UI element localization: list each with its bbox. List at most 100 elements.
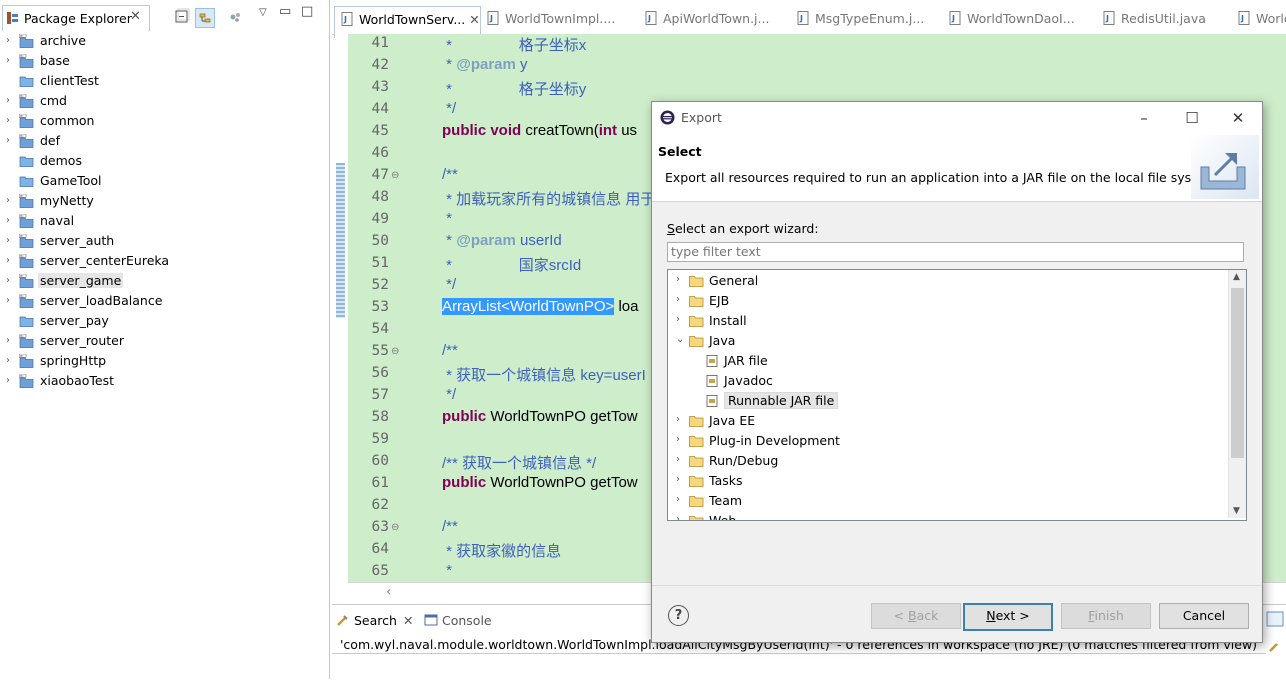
wizard-tree-item[interactable]: › EJB (668, 291, 1228, 311)
chevron-right-icon[interactable]: › (676, 474, 680, 485)
project-item[interactable]: › M J archive (0, 31, 329, 51)
close-icon[interactable]: ✕ (130, 9, 141, 24)
tab-console[interactable]: Console (424, 613, 492, 628)
wizard-tree-label: Team (709, 493, 743, 508)
expand-arrow-icon[interactable]: › (6, 254, 16, 268)
project-item[interactable]: GameTool (0, 171, 329, 191)
project-item[interactable]: › M J server_auth (0, 231, 329, 251)
wizard-tree-item[interactable]: › Java EE (668, 411, 1228, 431)
expand-arrow-icon[interactable]: › (6, 134, 16, 148)
editor-tab[interactable]: J RedisUtil.java (1103, 6, 1206, 37)
minimize-panel-icon[interactable] (1266, 611, 1284, 627)
expand-arrow-icon[interactable]: › (6, 234, 16, 248)
maximize-icon[interactable]: □ (301, 4, 313, 19)
expand-arrow-icon[interactable]: › (6, 34, 16, 48)
wizard-tree-item[interactable]: › Plug-in Development (668, 431, 1228, 451)
chevron-right-icon[interactable]: › (676, 514, 680, 520)
selected-text[interactable]: ArrayList<WorldTownPO> (442, 298, 615, 315)
fold-icon[interactable]: ⊖ (391, 346, 399, 357)
vertical-scrollbar[interactable]: ▲ ▼ (1228, 270, 1246, 518)
scroll-up-icon[interactable]: ▲ (1233, 272, 1240, 282)
editor-tab[interactable]: J WorldTownDaoI... (949, 6, 1075, 37)
wizard-tree-item[interactable]: › Team (668, 491, 1228, 511)
editor-tab[interactable]: J MsgTypeEnum.j... (797, 6, 924, 37)
project-item[interactable]: › M J xiaobaoTest (0, 371, 329, 391)
chevron-down-icon[interactable]: ⌄ (676, 334, 684, 345)
maven-project-icon: MJ (19, 114, 34, 128)
expand-arrow-icon[interactable]: › (6, 194, 16, 208)
project-item[interactable]: server_pay (0, 311, 329, 331)
next-button[interactable]: Next > (963, 603, 1053, 631)
project-item[interactable]: › M J def (0, 131, 329, 151)
help-icon[interactable]: ? (668, 605, 689, 626)
fold-icon[interactable]: ⊖ (391, 170, 399, 181)
filter-input[interactable] (667, 242, 1244, 262)
back-button[interactable]: < Back (871, 603, 961, 629)
svg-text:J: J (22, 94, 24, 98)
tab-search[interactable]: Search ✕ (336, 613, 413, 628)
chevron-right-icon[interactable]: › (676, 454, 680, 465)
package-explorer-tab[interactable]: Package Explorer ✕ (2, 5, 150, 31)
svg-text:J: J (22, 214, 24, 218)
wizard-tree-item[interactable]: › General (668, 271, 1228, 291)
project-item[interactable]: › M J cmd (0, 91, 329, 111)
wizard-tree-item[interactable]: › Web (668, 511, 1228, 520)
chevron-right-icon[interactable]: › (676, 414, 680, 425)
close-icon[interactable]: ✕ (403, 613, 413, 628)
project-item[interactable]: › M J springHttp (0, 351, 329, 371)
project-item[interactable]: › M J server_centerEureka (0, 251, 329, 271)
expand-arrow-icon[interactable]: › (6, 54, 16, 68)
editor-tab[interactable]: J ApiWorldTown.j... (645, 6, 769, 37)
expand-arrow-icon[interactable]: › (6, 94, 16, 108)
chevron-right-icon[interactable]: › (676, 294, 680, 305)
editor-tab[interactable]: J World (1238, 6, 1286, 37)
close-window-button[interactable]: ✕ (1223, 108, 1253, 128)
project-item[interactable]: › M J server_router (0, 331, 329, 351)
finish-button[interactable]: Finish (1061, 603, 1151, 629)
expand-arrow-icon[interactable]: › (6, 294, 16, 308)
collapse-all-icon[interactable] (173, 8, 191, 26)
expand-arrow-icon[interactable]: › (6, 374, 16, 388)
package-explorer-view: Package Explorer ✕ ▽ ▭ □ › M Jarchive › M Jba… (0, 0, 330, 679)
close-icon[interactable]: ✕ (469, 12, 479, 27)
chevron-down-icon[interactable]: ▽ (259, 7, 267, 18)
fold-icon[interactable]: ⊖ (391, 522, 399, 533)
project-name: springHttp (40, 353, 107, 368)
maximize-window-button[interactable]: ☐ (1177, 108, 1207, 128)
project-item[interactable]: › M J common (0, 111, 329, 131)
minimize-window-button[interactable]: – (1129, 108, 1159, 128)
project-item[interactable]: › M J server_loadBalance (0, 291, 329, 311)
wizard-tree-item[interactable]: ⌄ Java (668, 331, 1228, 351)
editor-tab[interactable]: J WorldTownImpl.... (487, 6, 615, 37)
expand-arrow-icon[interactable]: › (6, 334, 16, 348)
search-icon[interactable] (1268, 639, 1282, 653)
wizard-tree-item[interactable]: Javadoc (668, 371, 1228, 391)
project-item[interactable]: › M J base (0, 51, 329, 71)
chevron-right-icon[interactable]: › (676, 494, 680, 505)
project-item[interactable]: › M J myNetty (0, 191, 329, 211)
wizard-tree-item[interactable]: › Tasks (668, 471, 1228, 491)
view-menu-icon[interactable] (227, 8, 245, 26)
project-item[interactable]: › M J server_game (0, 271, 329, 291)
minimize-icon[interactable]: ▭ (279, 4, 291, 19)
chevron-right-icon[interactable]: › (676, 274, 680, 285)
chevron-right-icon[interactable]: › (676, 314, 680, 325)
project-item[interactable]: clientTest (0, 71, 329, 91)
expand-arrow-icon[interactable]: › (6, 214, 16, 228)
scroll-left-icon[interactable]: ‹ (386, 584, 392, 600)
wizard-tree-item[interactable]: › Install (668, 311, 1228, 331)
cancel-button[interactable]: Cancel (1159, 603, 1249, 629)
scrollbar-thumb[interactable] (1231, 288, 1244, 458)
project-item[interactable]: › M J naval (0, 211, 329, 231)
expand-arrow-icon[interactable]: › (6, 354, 16, 368)
wizard-tree-item[interactable]: JAR file (668, 351, 1228, 371)
link-with-editor-icon[interactable] (195, 8, 215, 28)
project-item[interactable]: demos (0, 151, 329, 171)
wizard-tree-item[interactable]: › Run/Debug (668, 451, 1228, 471)
wizard-tree-item[interactable]: Runnable JAR file (668, 391, 1228, 411)
expand-arrow-icon[interactable]: › (6, 114, 16, 128)
expand-arrow-icon[interactable]: › (6, 274, 16, 288)
wizard-tree[interactable]: › General › EJB › Install ⌄ Java JAR file Javadoc… (667, 269, 1247, 521)
chevron-right-icon[interactable]: › (676, 434, 680, 445)
scroll-down-icon[interactable]: ▼ (1233, 506, 1240, 516)
